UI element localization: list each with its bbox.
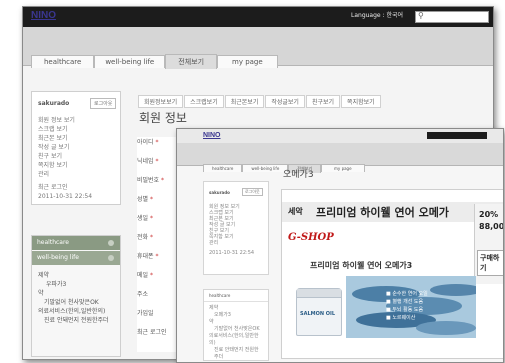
back-tabs: healthcare well-being life 전체보기 my page (31, 49, 278, 69)
front-login-panel: sakurado 로그아웃 회원 정보 보기 스크랩 보기 최근본 보기 작성 … (203, 181, 269, 275)
back-last-login-value: 2011-10-31 22:54 (38, 193, 93, 200)
search-icon: ⚲ (418, 11, 424, 20)
front-side-nav: healthcare 제약 오메가3 약 기말없어 천사맞은OK 의료서비스(한… (203, 289, 269, 361)
front-nav-band: healthcare well-being life 전체보기 my page (177, 143, 503, 173)
back-login-panel: sakurado 로그아웃 회원 정보 보기 스크랩 보기 최근본 보기 작성 … (31, 91, 121, 205)
banner-bullet: ■ 두뇌 활동 도움 (386, 307, 424, 313)
back-login-item[interactable]: 최근본 보기 (38, 134, 92, 143)
buy-button[interactable]: 구매하기 (477, 250, 503, 276)
back-login-menu: 회원 정보 보기 스크랩 보기 최근본 보기 작성 글 보기 친구 보기 쪽지함… (38, 116, 92, 201)
front-side-item[interactable]: 제약 (209, 305, 263, 312)
banner-bullet: ■ 혈행 개선 도움 (386, 299, 424, 305)
back-last-login-label: 최근 로그인 (38, 184, 68, 191)
banner-bullets: ■ 순수한 연어 오일 ■ 혈행 개선 도움 ■ 두뇌 활동 도움 ■ 노르웨이… (386, 290, 428, 322)
bottle-label: SALMON OIL (300, 311, 336, 317)
front-side-items: 제약 오메가3 약 기말없어 천사맞은OK 의료서비스(한의,일반한의) 진료 … (204, 302, 268, 362)
back-nav-band: healthcare well-being life 전체보기 my page (23, 27, 493, 69)
front-side-item[interactable]: 진료 안돼먼지 전원한주더 (209, 347, 263, 361)
side-nav-well-being[interactable]: well-being life (32, 251, 120, 265)
back-login-item[interactable]: 친구 보기 (38, 152, 92, 161)
back-tab-healthcare[interactable]: healthcare (31, 55, 95, 68)
sub-tab[interactable]: 회원정보보기 (138, 95, 184, 108)
expand-icon[interactable] (108, 240, 114, 246)
back-side-nav-items: 제약 우파가3 약 기말없어 천사맞은OK 의료서비스(한의,일반한의) 진료 … (32, 265, 120, 331)
front-logout-button[interactable]: 로그아웃 (242, 188, 263, 196)
front-logo[interactable]: NINO (203, 132, 221, 139)
language-label-text: Language : (351, 12, 387, 19)
banner-bullet: ■ 순수한 연어 오일 (386, 291, 428, 297)
search-input[interactable]: ⚲ (415, 11, 489, 23)
front-page-title: 오메가3 (283, 170, 314, 180)
brand-logo: G-SHOP (288, 232, 334, 243)
language-label: Language : 한국어 (351, 10, 403, 19)
banner-headline: 프리미엄 하이웰 연어 오메가 (316, 206, 449, 219)
back-sub-tabs: 회원정보보기 스크랩보기 최근본보기 작성글보기 친구보기 쪽지함보기 (138, 89, 382, 108)
back-side-nav: healthcare well-being life 제약 우파가3 약 기말없… (31, 235, 121, 357)
front-search-input[interactable] (427, 132, 487, 139)
sub-tab[interactable]: 작성글보기 (265, 95, 305, 108)
back-top-bar: NINO Language : 한국어 ⚲ (23, 7, 493, 27)
side-nav-item[interactable]: 약 (38, 289, 114, 298)
front-top-bar: NINO (177, 129, 503, 143)
sub-tab[interactable]: 쪽지함보기 (341, 95, 381, 108)
back-tab-mypage[interactable]: my page (217, 55, 278, 68)
bottle-cap (297, 289, 341, 298)
banner-headline-strip: 세악 프리미엄 하이웰 연어 오메가 (282, 202, 503, 222)
back-tab-all[interactable]: 전체보기 (165, 54, 218, 69)
sub-tab[interactable]: 최근본보기 (224, 95, 265, 108)
side-nav-item[interactable]: 진료 안돼먼지 전원한주더 (38, 316, 114, 325)
expand-icon[interactable] (108, 255, 114, 261)
back-login-item[interactable]: 회원 정보 보기 (38, 116, 92, 125)
discount-text: 20% (479, 210, 499, 219)
back-login-item[interactable]: 관리 (38, 170, 92, 179)
side-nav-item[interactable]: 제약 (38, 271, 114, 280)
front-side-item[interactable]: 오메가3 (209, 312, 263, 319)
back-login-user: sakurado (38, 100, 70, 107)
banner-badge: 세악 (288, 207, 303, 216)
side-nav-item[interactable]: 기말없어 천사맞은OK (38, 298, 114, 307)
front-tab-healthcare[interactable]: healthcare (203, 164, 243, 172)
front-login-item[interactable]: 관리 (209, 240, 254, 246)
front-side-item[interactable]: 기말없어 천사맞은OK (209, 326, 263, 333)
front-login-menu: 회원 정보 보기 스크랩 보기 최근본 보기 작성 글 보기 친구 보기 쪽지함… (209, 204, 254, 256)
back-login-item[interactable]: 쪽지함 보기 (38, 161, 92, 170)
front-side-item[interactable]: 의료서비스(한의,일반한의) (209, 333, 263, 347)
sub-tab[interactable]: 친구보기 (305, 95, 341, 108)
side-nav-item[interactable]: 의료서비스(한의,일반한의) (38, 307, 114, 316)
front-tab-mypage[interactable]: my page (321, 164, 365, 172)
product-banner[interactable]: 세악 프리미엄 하이웰 연어 오메가 20% 88,000 구매하기 G-SHO… (281, 189, 504, 359)
sub-tab[interactable]: 스크랩보기 (184, 95, 224, 108)
back-logo[interactable]: NINO (31, 10, 56, 21)
side-nav-well-being-label: well-being life (37, 254, 79, 261)
back-tab-well-being[interactable]: well-being life (94, 55, 166, 68)
side-nav-healthcare[interactable]: healthcare (32, 236, 120, 250)
language-value[interactable]: 한국어 (386, 12, 403, 19)
price-box: 20% 88,000 구매하기 (474, 204, 504, 284)
product-bottle: SALMON OIL (296, 288, 342, 336)
side-nav-healthcare-label: healthcare (37, 239, 69, 246)
side-nav-item[interactable]: 우파가3 (38, 280, 114, 289)
back-logout-button[interactable]: 로그아웃 (90, 98, 117, 109)
banner-subheadline: 프리미엄 하이웰 연어 오메가3 (310, 261, 413, 270)
back-login-item[interactable]: 스크랩 보기 (38, 125, 92, 134)
front-side-item[interactable]: 약 (209, 319, 263, 326)
front-side-head[interactable]: healthcare (204, 290, 268, 302)
banner-bullet: ■ 노르웨이산 (386, 315, 416, 321)
price-text: 88,000 (479, 222, 504, 231)
front-login-user: sakurado (209, 190, 230, 195)
back-login-item[interactable]: 작성 글 보기 (38, 143, 92, 152)
back-page-heading: 회원 정보 (139, 111, 187, 125)
front-last-login-value: 2011-10-31 22:54 (209, 250, 255, 256)
front-tab-well-being[interactable]: well-being life (242, 164, 289, 172)
front-window: NINO healthcare well-being life 전체보기 my pag… (176, 128, 504, 363)
